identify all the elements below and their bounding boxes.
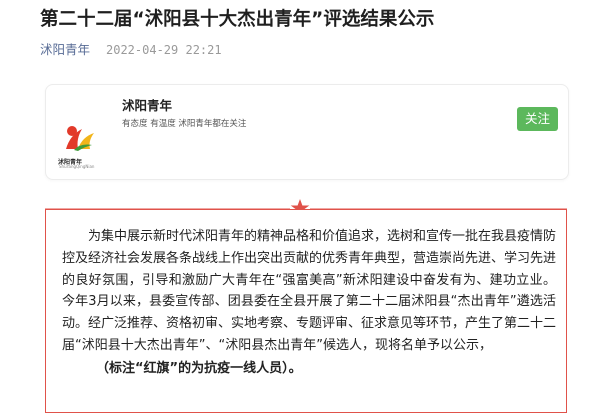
follow-button[interactable]: 关注 bbox=[517, 107, 558, 131]
logo-subtext: ShuYangQingNian bbox=[59, 164, 95, 169]
announcement-paragraph: 为集中展示新时代沭阳青年的精神品格和价值追求，选树和宣传一批在我县疫情防控及经济… bbox=[62, 229, 557, 353]
announcement-note: （标注“红旗”的为抗疫一线人员）。 bbox=[96, 361, 302, 376]
account-link[interactable]: 沭阳青年 bbox=[40, 42, 90, 57]
profile-card[interactable]: 沭阳青年 ShuYangQingNian 沭阳青年 有态度 有温度 沭阳青年都在… bbox=[45, 84, 569, 180]
publish-time: 2022-04-29 22:21 bbox=[106, 43, 222, 57]
profile-description: 有态度 有温度 沭阳青年都在关注 bbox=[122, 119, 247, 129]
profile-name: 沭阳青年 bbox=[122, 98, 173, 113]
announcement-box: 为集中展示新时代沭阳青年的精神品格和价值追求，选树和宣传一批在我县疫情防控及经济… bbox=[45, 209, 567, 413]
article-meta: 沭阳青年 2022-04-29 22:21 bbox=[40, 42, 222, 58]
article-title: 第二十二届“沭阳县十大杰出青年”评选结果公示 bbox=[40, 9, 435, 30]
